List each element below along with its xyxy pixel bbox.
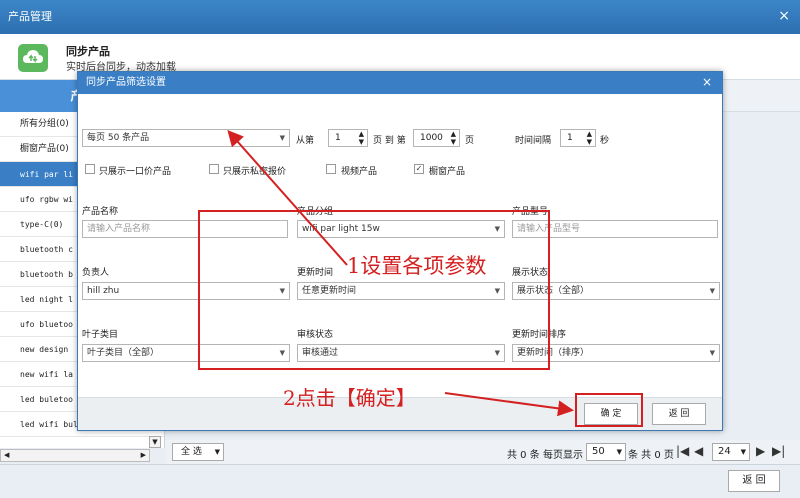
scroll-left-icon[interactable]: ◀ [4,450,9,461]
per-page-dropdown-value: 每页 50 条产品 [87,133,150,143]
prev-page-icon[interactable]: ◀ [694,444,703,458]
per-page-value: 50 [592,446,605,457]
seconds-label: 秒 [600,136,610,146]
select-all-dropdown[interactable]: 全 选 ▼ [172,443,224,461]
dialog-close-icon[interactable]: × [702,76,712,88]
page-to-label: 页 到 第 [373,136,406,146]
total-count: 共 0 条 [507,450,540,461]
chevron-down-icon: ▼ [709,287,715,295]
window-close-icon[interactable]: × [778,9,790,23]
stepper-icon[interactable]: ▲ ▼ [451,130,456,146]
first-page-icon[interactable]: |◀ [676,444,689,458]
scroll-down-icon[interactable]: ▼ [149,436,161,448]
chevron-down-icon: ▼ [279,134,285,142]
select-all-label: 全 选 [181,447,202,457]
product-name-label: 产品名称 [82,207,119,217]
chevron-down-icon: ▼ [616,448,622,456]
interval-stepper[interactable]: 1 ▲ ▼ [560,129,596,147]
per-page-dropdown[interactable]: 每页 50 条产品 ▼ [82,129,290,147]
params-highlight-box [198,210,550,370]
last-page-icon[interactable]: ▶| [772,444,785,458]
interval-value: 1 [567,133,573,143]
per-page-label: 每页显示 [543,450,583,461]
annotation-step2: 2点击【确定】 [283,386,416,410]
page-select[interactable]: 24 ▼ [712,443,750,461]
pager-bar [165,440,800,464]
private-quote-label: 只展示私密报价 [223,167,287,177]
private-quote-checkbox[interactable] [209,164,219,174]
to-page-value: 1000 [420,133,443,143]
video-checkbox[interactable] [326,164,336,174]
owner-label: 负责人 [82,268,110,278]
one-price-checkbox[interactable] [85,164,95,174]
chevron-down-icon: ▼ [709,349,715,357]
confirm-highlight-box [575,393,643,427]
per-page-select[interactable]: 50 ▼ [586,443,626,461]
leaf-category-label: 叶子类目 [82,330,119,340]
showcase-checkbox[interactable]: ✓ [414,164,424,174]
from-page-stepper[interactable]: 1 ▲ ▼ [328,129,368,147]
dialog-back-button[interactable]: 返 回 [652,403,706,425]
page-count: 条 共 0 页 [628,450,674,461]
window-title: 产品管理 [8,10,52,23]
page-value: 24 [718,446,731,457]
bottom-bar [0,464,800,498]
page-unit-label: 页 [465,136,475,146]
chevron-down-icon: ▼ [214,448,220,456]
from-page-value: 1 [335,133,341,143]
dialog-title: 同步产品筛选设置 [78,72,722,94]
horizontal-scrollbar[interactable]: ◀ ▶ [0,449,150,462]
next-page-icon[interactable]: ▶ [756,444,765,458]
window-title-bar: 产品管理 [0,0,800,34]
cloud-sync-icon [18,44,48,72]
owner-value: hill zhu [87,286,120,296]
showcase-label: 橱窗产品 [429,167,466,177]
scroll-right-icon[interactable]: ▶ [141,450,146,461]
chevron-down-icon: ▼ [740,448,746,456]
interval-label: 时间间隔 [515,136,552,146]
stepper-icon[interactable]: ▲ ▼ [359,130,364,146]
annotation-step1: 1设置各项参数 [347,254,487,278]
one-price-label: 只展示一口价产品 [99,167,172,177]
from-page-label: 从第 [296,136,315,146]
stepper-icon[interactable]: ▲ ▼ [587,130,592,146]
video-label: 视频产品 [341,167,378,177]
bottom-back-button[interactable]: 返 回 [728,470,780,492]
sync-title: 同步产品 [66,45,110,58]
leaf-category-value: 叶子类目（全部） [87,348,160,358]
to-page-stepper[interactable]: 1000 ▲ ▼ [413,129,460,147]
